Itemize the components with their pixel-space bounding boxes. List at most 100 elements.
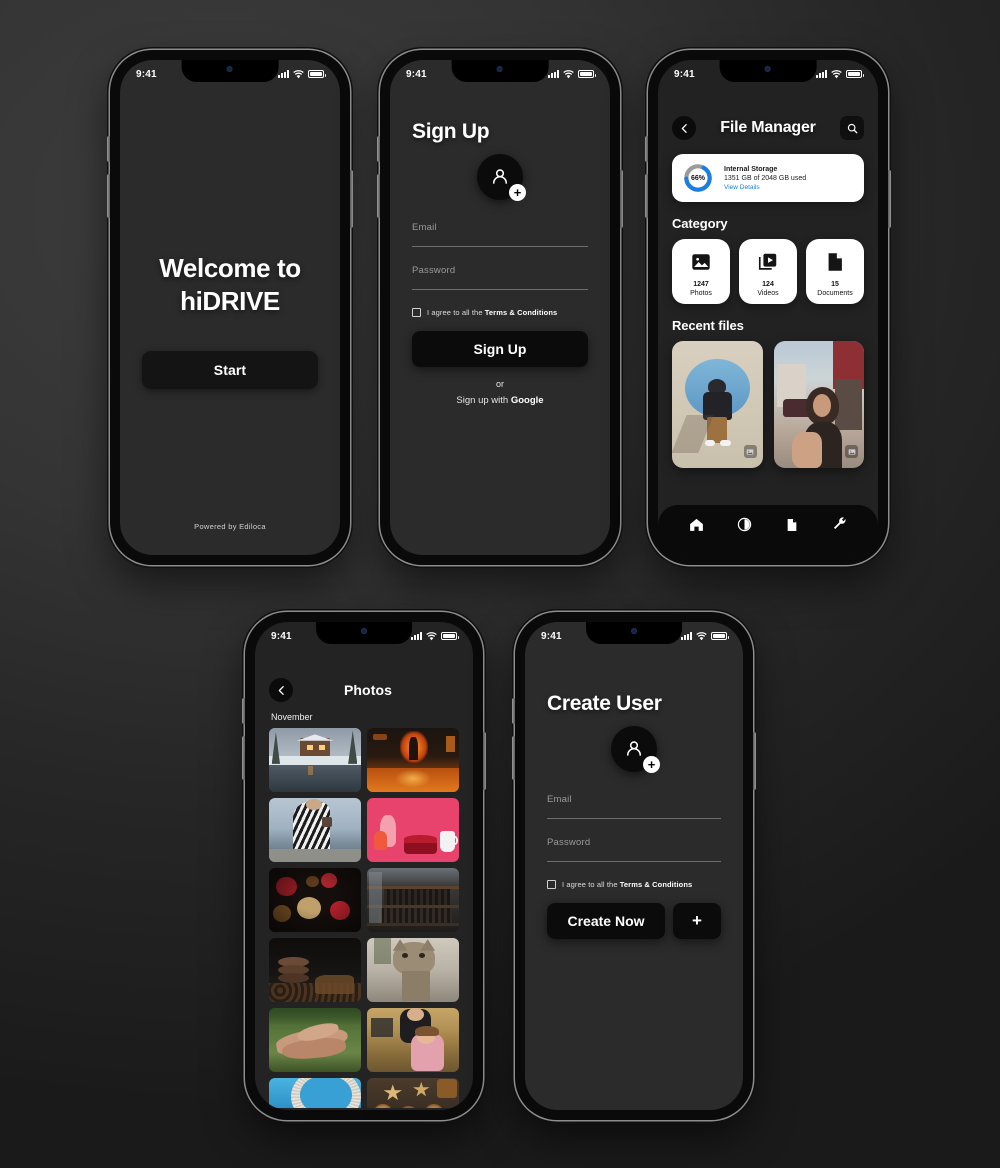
category-count: 1247: [693, 281, 709, 288]
category-row: 1247 Photos 124 Videos 15 Documents: [672, 239, 864, 304]
search-button[interactable]: [840, 116, 864, 140]
storage-chart-icon: [737, 517, 752, 532]
photo-cabin-snow[interactable]: [269, 728, 361, 792]
email-field[interactable]: Email: [412, 222, 588, 247]
start-button[interactable]: Start: [142, 351, 318, 389]
photo-icon: [692, 254, 710, 270]
email-field[interactable]: Email: [547, 794, 721, 819]
front-camera-icon: [496, 66, 503, 72]
category-count: 124: [762, 281, 774, 288]
signal-bars-icon: [816, 70, 827, 78]
welcome-title-line2: hiDRIVE: [180, 285, 280, 316]
photo-baked-tarts[interactable]: [367, 1078, 459, 1108]
signup-button[interactable]: Sign Up: [412, 331, 588, 367]
photo-pink-cake[interactable]: [367, 798, 459, 862]
password-field[interactable]: Password: [547, 837, 721, 862]
home-icon: [689, 518, 703, 531]
front-camera-icon: [361, 628, 367, 634]
category-heading: Category: [672, 216, 728, 231]
category-label: Documents: [817, 290, 853, 297]
storage-percent-label: 66%: [690, 174, 705, 182]
user-glyph-icon: [626, 741, 642, 756]
add-user-avatar-icon[interactable]: +: [611, 726, 660, 773]
notch: [316, 622, 412, 644]
month-label: November: [271, 712, 313, 722]
password-label: Password: [412, 265, 456, 276]
storage-ring-chart: 66%: [683, 163, 713, 193]
bottom-nav-bar: [658, 505, 878, 555]
phone-signup: 9:41 Sign Up + Email Password I agree to…: [377, 50, 623, 565]
nav-tools[interactable]: [831, 516, 848, 538]
photo-neon-street[interactable]: [367, 728, 459, 792]
nav-storage[interactable]: [736, 516, 753, 538]
add-user-button[interactable]: +: [673, 903, 721, 939]
phone-file-manager: 9:41 File Manager 66% Internal Storage 1…: [645, 50, 891, 565]
terms-row[interactable]: I agree to all the Terms & Conditions: [547, 880, 721, 889]
view-details-link[interactable]: View Details: [724, 184, 806, 191]
photo-striped-coat-lake[interactable]: [269, 798, 361, 862]
category-label: Photos: [690, 290, 712, 297]
recent-files-heading: Recent files: [672, 318, 744, 333]
image-badge-icon: [845, 445, 858, 458]
avatar-plus-icon: +: [509, 184, 526, 201]
status-time: 9:41: [136, 68, 157, 80]
recent-files-row: [672, 341, 864, 468]
screen-signup: 9:41 Sign Up + Email Password I agree to…: [390, 60, 610, 555]
category-label: Videos: [757, 290, 779, 297]
photo-grid: [255, 728, 473, 1108]
back-arrow-icon: [278, 685, 284, 695]
category-card-documents[interactable]: 15 Documents: [806, 239, 864, 304]
terms-row[interactable]: I agree to all the Terms & Conditions: [412, 308, 588, 317]
password-underline: [547, 861, 721, 862]
recent-photo-1[interactable]: [672, 341, 763, 468]
screen-file-manager: 9:41 File Manager 66% Internal Storage 1…: [658, 60, 878, 555]
nav-files[interactable]: [784, 517, 800, 538]
wifi-icon: [426, 631, 437, 640]
battery-icon: [846, 70, 864, 78]
photo-kitten[interactable]: [367, 938, 459, 1002]
search-icon: [847, 123, 857, 133]
terms-checkbox[interactable]: [547, 880, 556, 889]
storage-card[interactable]: 66% Internal Storage 1351 GB of 2048 GB …: [672, 154, 864, 202]
google-brand-label: Google: [510, 395, 544, 406]
back-button[interactable]: [672, 116, 696, 140]
recent-photo-2[interactable]: [773, 341, 864, 468]
status-time: 9:41: [541, 630, 562, 642]
screen-welcome: 9:41 Welcome to hiDRIVE Start Powered by…: [120, 60, 340, 555]
battery-icon: [578, 70, 596, 78]
battery-icon: [441, 632, 459, 640]
add-user-avatar-icon[interactable]: +: [477, 154, 526, 201]
password-underline: [412, 289, 588, 290]
terms-text: I agree to all the Terms & Conditions: [427, 308, 558, 317]
category-card-videos[interactable]: 124 Videos: [739, 239, 797, 304]
email-underline: [412, 246, 588, 247]
back-button[interactable]: [269, 678, 293, 702]
file-icon: [787, 518, 797, 531]
phone-create-user: 9:41 Create User + Email Password I agre…: [512, 612, 756, 1120]
terms-checkbox[interactable]: [412, 308, 421, 317]
terms-link[interactable]: Terms & Conditions: [620, 880, 693, 889]
google-signup-link[interactable]: Sign up with Google: [412, 395, 588, 406]
password-field[interactable]: Password: [412, 265, 588, 290]
user-glyph-icon: [492, 169, 508, 184]
photo-children-hug[interactable]: [367, 1008, 459, 1072]
screen-create-user: 9:41 Create User + Email Password I agre…: [525, 622, 743, 1110]
photo-dark-berries[interactable]: [269, 868, 361, 932]
storage-name: Internal Storage: [724, 165, 778, 173]
photo-bookshelf[interactable]: [367, 868, 459, 932]
status-time: 9:41: [406, 68, 427, 80]
front-camera-icon: [764, 66, 771, 72]
nav-home[interactable]: [688, 516, 705, 538]
notch: [719, 60, 817, 82]
category-card-photos[interactable]: 1247 Photos: [672, 239, 730, 304]
photo-hands[interactable]: [269, 1008, 361, 1072]
signal-bars-icon: [411, 632, 422, 640]
terms-link[interactable]: Terms & Conditions: [485, 308, 558, 317]
wifi-icon: [293, 69, 304, 78]
signal-bars-icon: [548, 70, 559, 78]
wifi-icon: [563, 69, 574, 78]
photo-coffee-beans[interactable]: [269, 938, 361, 1002]
photo-blue-architecture[interactable]: [269, 1078, 361, 1108]
signal-bars-icon: [681, 632, 692, 640]
create-now-button[interactable]: Create Now: [547, 903, 665, 939]
